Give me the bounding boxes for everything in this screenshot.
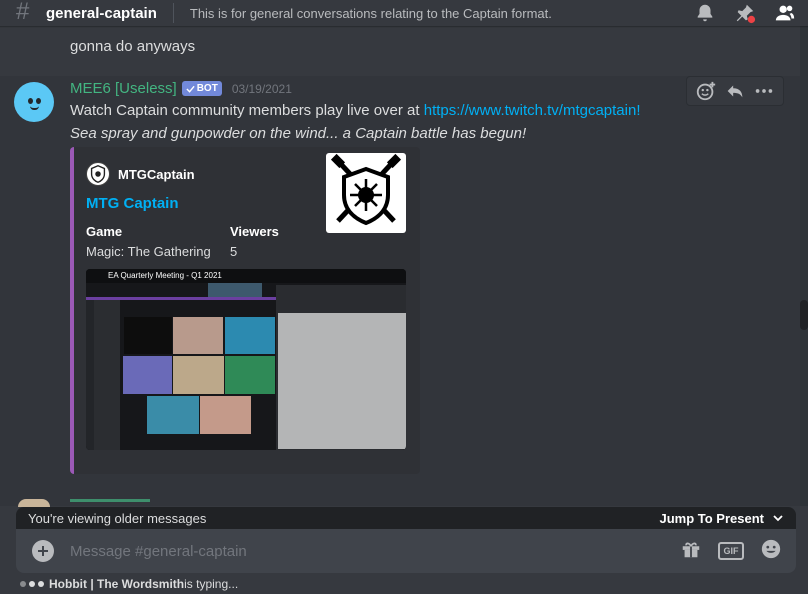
header-toolbar xyxy=(694,2,796,24)
emoji-icon[interactable] xyxy=(760,538,782,565)
stream-screenshot-image xyxy=(86,269,406,450)
mtgcaptain-shield-icon xyxy=(86,162,110,186)
message-actions-bar xyxy=(686,76,784,106)
message-line-1: Watch Captain community members play liv… xyxy=(70,102,641,119)
embed-author-name[interactable]: MTGCaptain xyxy=(118,167,195,182)
field-name: Viewers xyxy=(230,224,279,239)
jump-to-present-label: Jump To Present xyxy=(659,510,764,526)
older-messages-text: You're viewing older messages xyxy=(28,510,207,526)
reply-icon[interactable] xyxy=(724,80,746,102)
previous-message-text: gonna do anyways xyxy=(70,38,196,55)
message-username[interactable]: MEE6 [Useless] xyxy=(70,80,177,97)
typing-indicator: Hobbit | The Wordsmith is typing... xyxy=(20,577,238,591)
channel-topic[interactable]: This is for general conversations relati… xyxy=(190,6,552,21)
jump-to-present-button[interactable]: Jump To Present xyxy=(659,511,784,526)
message-timestamp[interactable]: 03/19/2021 xyxy=(232,82,292,96)
avatar[interactable] xyxy=(14,82,54,122)
channel-name: general-captain xyxy=(46,4,157,22)
add-reaction-icon[interactable] xyxy=(695,80,717,102)
field-name: Game xyxy=(86,224,123,239)
header-divider xyxy=(172,3,174,23)
stream-slide-title: EA Quarterly Meeting - Q1 2021 xyxy=(108,271,222,280)
notification-bell-icon[interactable] xyxy=(694,2,716,24)
embed-stream-preview[interactable]: EA Quarterly Meeting - Q1 2021 xyxy=(86,269,406,450)
crossed-swords-shield-icon xyxy=(330,153,402,226)
embed-title[interactable]: MTG Captain xyxy=(86,195,179,212)
composer-buttons: GIF xyxy=(680,538,782,565)
bot-badge-label: BOT xyxy=(196,83,218,94)
gift-icon[interactable] xyxy=(680,538,702,565)
embed-field-game: Game Magic: The Gathering xyxy=(86,224,211,259)
channel-hash-icon: # xyxy=(16,0,30,25)
typing-user: Hobbit | The Wordsmith xyxy=(49,577,185,591)
bot-badge: BOT xyxy=(181,81,222,96)
field-value: Magic: The Gathering xyxy=(86,244,211,259)
gif-button[interactable]: GIF xyxy=(718,542,744,560)
next-message-username xyxy=(70,499,150,507)
message-list: gonna do anyways MEE6 [Useless] BOT 03/1… xyxy=(0,26,800,506)
embed-author: MTGCaptain xyxy=(86,162,195,186)
message-composer: GIF xyxy=(16,529,796,573)
older-messages-bar: You're viewing older messages Jump To Pr… xyxy=(16,507,796,529)
embed-field-viewers: Viewers 5 xyxy=(230,224,279,259)
more-options-icon[interactable] xyxy=(753,80,775,102)
message-header: MEE6 [Useless] BOT 03/19/2021 xyxy=(70,80,292,97)
chevron-down-icon xyxy=(773,515,783,522)
typing-dots-icon xyxy=(20,581,44,587)
typing-suffix: is typing... xyxy=(184,577,239,591)
field-value: 5 xyxy=(230,244,238,259)
message-line-1-text: Watch Captain community members play liv… xyxy=(70,102,424,119)
embed-thumbnail[interactable] xyxy=(326,153,406,233)
twitch-link[interactable]: https://www.twitch.tv/mtgcaptain! xyxy=(424,102,641,119)
message-mee6[interactable]: MEE6 [Useless] BOT 03/19/2021 Watch Capt… xyxy=(0,76,800,506)
verified-check-icon xyxy=(186,85,195,93)
twitch-embed: MTGCaptain MTG Captain Game Magic: The G… xyxy=(70,147,420,474)
pinned-messages-icon[interactable] xyxy=(734,2,756,24)
message-input[interactable] xyxy=(70,542,680,560)
next-message-avatar xyxy=(18,499,50,507)
mee6-face-icon xyxy=(14,82,54,122)
channel-header: # general-captain This is for general co… xyxy=(0,0,808,26)
scrollbar-track[interactable] xyxy=(800,26,808,506)
scrollbar-thumb[interactable] xyxy=(800,300,808,330)
message-line-2: Sea spray and gunpowder on the wind... a… xyxy=(70,125,527,142)
member-list-icon[interactable] xyxy=(774,2,796,24)
upload-plus-button[interactable] xyxy=(32,540,54,562)
